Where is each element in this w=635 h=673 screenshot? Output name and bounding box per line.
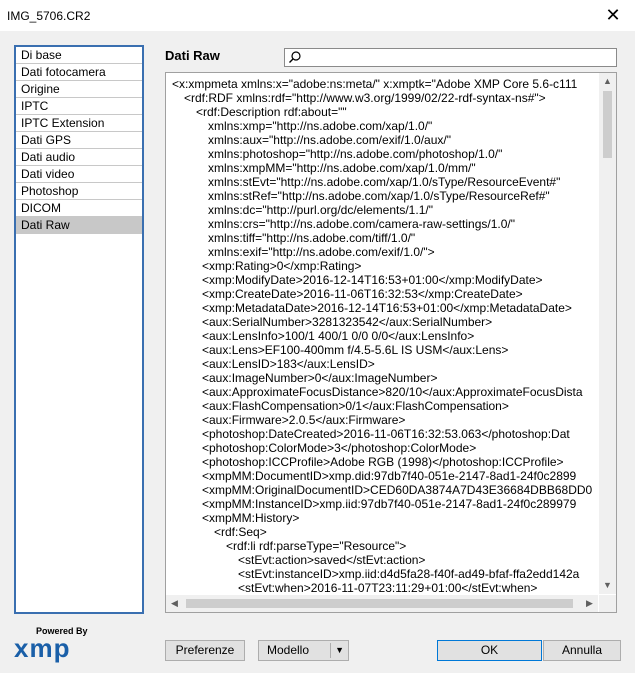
sidebar-item-dati-fotocamera[interactable]: Dati fotocamera xyxy=(16,64,142,81)
xml-line: xmlns:crs="http://ns.adobe.com/camera-ra… xyxy=(208,217,515,231)
xml-line: <aux:Lens>EF100-400mm f/4.5-5.6L IS USM<… xyxy=(202,343,509,357)
xml-line: xmlns:aux="http://ns.adobe.com/exif/1.0/… xyxy=(208,133,451,147)
xml-line: <aux:ApproximateFocusDistance>820/10</au… xyxy=(202,385,583,399)
xml-line: <xmpMM:OriginalDocumentID>CED60DA3874A7D… xyxy=(202,483,593,497)
xml-line: <x:xmpmeta xmlns:x="adobe:ns:meta/" x:xm… xyxy=(172,77,578,91)
xml-line: <aux:Firmware>2.0.5</aux:Firmware> xyxy=(202,413,406,427)
vertical-scrollbar[interactable]: ▲ ▼ xyxy=(599,73,616,594)
sidebar-item-di-base[interactable]: Di base xyxy=(16,47,142,64)
xml-line: <stEvt:instanceID>xmp.iid:d4d5fa28-f40f-… xyxy=(238,567,580,581)
xml-line: xmlns:stRef="http://ns.adobe.com/xap/1.0… xyxy=(208,189,550,203)
xml-line: <rdf:li rdf:parseType="Resource"> xyxy=(226,539,407,553)
dropdown-divider xyxy=(330,643,331,658)
sidebar-item-dati-audio[interactable]: Dati audio xyxy=(16,149,142,166)
xml-line: <stEvt:when>2016-11-07T23:11:29+01:00</s… xyxy=(238,581,538,594)
search-input[interactable] xyxy=(305,49,614,66)
xml-line: xmlns:tiff="http://ns.adobe.com/tiff/1.0… xyxy=(208,231,416,245)
xml-line: <rdf:Description rdf:about="" xyxy=(196,105,347,119)
search-field[interactable] xyxy=(284,48,617,67)
scroll-up-icon[interactable]: ▲ xyxy=(599,73,616,90)
xml-line: <xmp:CreateDate>2016-11-06T16:32:53</xmp… xyxy=(202,287,523,301)
xml-line: <aux:LensInfo>100/1 400/1 0/0 0/0</aux:L… xyxy=(202,329,475,343)
xml-line: xmlns:xmpMM="http://ns.adobe.com/xap/1.0… xyxy=(208,161,476,175)
xml-line: <aux:LensID>183</aux:LensID> xyxy=(202,357,375,371)
close-icon[interactable]: ✕ xyxy=(591,0,635,31)
window-title: IMG_5706.CR2 xyxy=(7,9,91,23)
vertical-scroll-thumb[interactable] xyxy=(603,91,612,158)
cancel-button[interactable]: Annulla xyxy=(543,640,621,661)
xml-line: xmlns:dc="http://purl.org/dc/elements/1.… xyxy=(208,203,433,217)
xml-line: xmlns:photoshop="http://ns.adobe.com/pho… xyxy=(208,147,503,161)
sidebar-item-photoshop[interactable]: Photoshop xyxy=(16,183,142,200)
xml-line: <photoshop:ColorMode>3</photoshop:ColorM… xyxy=(202,441,477,455)
scroll-right-icon[interactable]: ▶ xyxy=(581,595,598,612)
xml-line: <rdf:Seq> xyxy=(214,525,267,539)
sidebar-item-iptc-extension[interactable]: IPTC Extension xyxy=(16,115,142,132)
category-list[interactable]: Di base Dati fotocamera Origine IPTC IPTC Ex… xyxy=(14,45,144,614)
sidebar-item-dati-video[interactable]: Dati video xyxy=(16,166,142,183)
search-icon xyxy=(289,51,301,63)
xml-line: <xmpMM:InstanceID>xmp.iid:97db7f40-051e-… xyxy=(202,497,577,511)
model-button-label: Modello xyxy=(267,643,310,657)
xml-line: <xmp:ModifyDate>2016-12-14T16:53+01:00</… xyxy=(202,273,543,287)
xmp-logo: Powered By xmp xyxy=(14,626,94,663)
scroll-left-icon[interactable]: ◀ xyxy=(166,595,183,612)
xml-line: <xmpMM:DocumentID>xmp.did:97db7f40-051e-… xyxy=(202,469,577,483)
horizontal-scrollbar[interactable]: ◀ ▶ xyxy=(166,595,598,612)
sidebar-item-dati-gps[interactable]: Dati GPS xyxy=(16,132,142,149)
raw-xml-viewer[interactable]: <x:xmpmeta xmlns:x="adobe:ns:meta/" x:xm… xyxy=(165,72,617,613)
xml-line: <rdf:RDF xmlns:rdf="http://www.w3.org/19… xyxy=(184,91,546,105)
xml-line: <photoshop:ICCProfile>Adobe RGB (1998)</… xyxy=(202,455,564,469)
xml-line: <aux:FlashCompensation>0/1</aux:FlashCom… xyxy=(202,399,509,413)
model-dropdown-button[interactable]: Modello ▼ xyxy=(258,640,349,661)
title-bar: IMG_5706.CR2 ✕ xyxy=(0,0,635,31)
scrollbar-corner xyxy=(599,595,616,612)
sidebar-item-dati-raw[interactable]: Dati Raw xyxy=(16,217,142,234)
xml-line: <photoshop:DateCreated>2016-11-06T16:32:… xyxy=(202,427,570,441)
sidebar-item-origine[interactable]: Origine xyxy=(16,81,142,98)
sidebar-item-dicom[interactable]: DICOM xyxy=(16,200,142,217)
xml-line: xmlns:exif="http://ns.adobe.com/exif/1.0… xyxy=(208,245,435,259)
xml-line: <aux:ImageNumber>0</aux:ImageNumber> xyxy=(202,371,438,385)
scroll-down-icon[interactable]: ▼ xyxy=(599,577,616,594)
ok-button[interactable]: OK xyxy=(437,640,542,661)
xml-line: <xmp:MetadataDate>2016-12-14T16:53+01:00… xyxy=(202,301,572,315)
xml-line: xmlns:xmp="http://ns.adobe.com/xap/1.0/" xyxy=(208,119,433,133)
xmp-logo-text: xmp xyxy=(14,633,71,663)
xml-line: xmlns:stEvt="http://ns.adobe.com/xap/1.0… xyxy=(208,175,561,189)
sidebar-item-iptc[interactable]: IPTC xyxy=(16,98,142,115)
xml-line: <aux:SerialNumber>3281323542</aux:Serial… xyxy=(202,315,493,329)
xml-line: <stEvt:action>saved</stEvt:action> xyxy=(238,553,426,567)
xml-line: <xmpMM:History> xyxy=(202,511,300,525)
chevron-down-icon[interactable]: ▼ xyxy=(335,641,344,660)
xml-text-area[interactable]: <x:xmpmeta xmlns:x="adobe:ns:meta/" x:xm… xyxy=(166,73,598,594)
preferences-button[interactable]: Preferenze xyxy=(165,640,245,661)
xml-line: <xmp:Rating>0</xmp:Rating> xyxy=(202,259,362,273)
section-title: Dati Raw xyxy=(165,48,220,63)
horizontal-scroll-thumb[interactable] xyxy=(186,599,573,608)
